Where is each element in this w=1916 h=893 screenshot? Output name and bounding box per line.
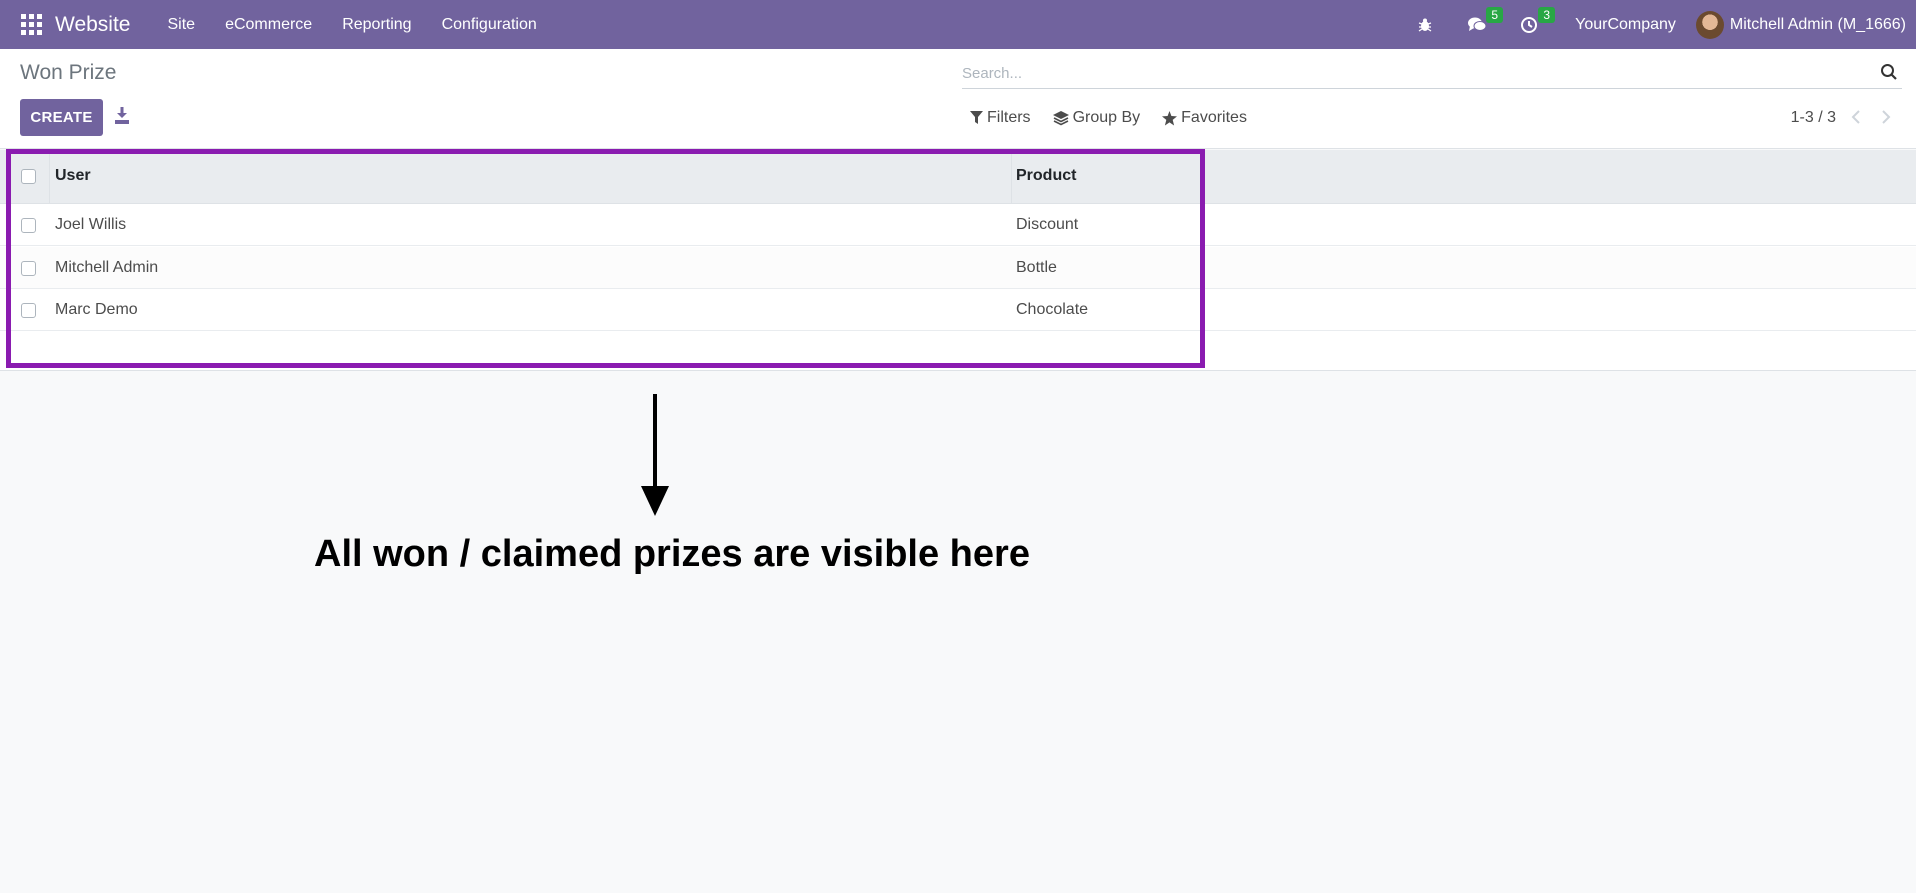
navbar-systray: 5 3 YourCompany Mitchell Admin (M_1666) <box>1399 0 1906 49</box>
groupby-label: Group By <box>1072 109 1141 126</box>
annotation-arrow-line <box>653 394 657 490</box>
activities-badge: 3 <box>1538 6 1556 23</box>
annotation-caption: All won / claimed prizes are visible her… <box>314 533 1030 575</box>
cell-user: Mitchell Admin <box>55 259 159 276</box>
annotation-arrow-head <box>641 486 669 516</box>
apps-grid-icon[interactable] <box>20 14 42 36</box>
menu-item-configuration[interactable]: Configuration <box>427 0 552 49</box>
list-view-table: User Product Joel Willis Discount Mitche… <box>0 150 1916 371</box>
search-options: Filters Group By Favorites <box>970 109 1269 127</box>
create-button[interactable]: CREATE <box>20 99 103 136</box>
messages-badge: 5 <box>1486 6 1504 23</box>
layers-icon <box>1052 110 1069 125</box>
select-all-checkbox[interactable] <box>21 169 36 184</box>
cell-product: Bottle <box>1016 259 1057 276</box>
search-icon[interactable] <box>1880 63 1900 83</box>
column-divider <box>1011 150 1012 204</box>
column-header-product[interactable]: Product <box>1016 167 1076 185</box>
favorites-button[interactable]: Favorites <box>1162 109 1247 127</box>
control-panel: Won Prize CREATE Filters Group By Favori… <box>0 49 1916 149</box>
cell-product: Chocolate <box>1016 301 1089 318</box>
download-icon[interactable] <box>113 105 133 127</box>
table-row[interactable]: Marc Demo Chocolate <box>0 289 1916 331</box>
company-switcher[interactable]: YourCompany <box>1575 16 1676 34</box>
table-row[interactable]: Joel Willis Discount <box>0 204 1916 246</box>
search-bar <box>962 59 1902 89</box>
column-header-user[interactable]: User <box>55 167 91 185</box>
user-name: Mitchell Admin (M_1666) <box>1729 15 1906 33</box>
menu-item-reporting[interactable]: Reporting <box>327 0 426 49</box>
avatar <box>1695 10 1724 39</box>
cell-product: Discount <box>1016 216 1079 233</box>
pager-next-icon[interactable] <box>1880 109 1894 127</box>
row-checkbox[interactable] <box>21 261 36 276</box>
table-row[interactable]: Mitchell Admin Bottle <box>0 247 1916 289</box>
activities-clock-icon[interactable]: 3 <box>1517 6 1556 37</box>
cell-user: Marc Demo <box>55 301 138 318</box>
row-checkbox[interactable] <box>21 218 36 233</box>
menu-item-ecommerce[interactable]: eCommerce <box>210 0 327 49</box>
filters-label: Filters <box>987 109 1031 126</box>
pager-previous-icon[interactable] <box>1850 109 1864 127</box>
cell-user: Joel Willis <box>55 216 127 233</box>
column-divider <box>49 150 50 204</box>
user-menu[interactable]: Mitchell Admin (M_1666) <box>1695 10 1906 39</box>
pager-value[interactable]: 1-3 / 3 <box>1791 109 1836 127</box>
filters-button[interactable]: Filters <box>970 109 1031 127</box>
star-icon <box>1162 110 1178 125</box>
favorites-label: Favorites <box>1181 109 1247 126</box>
top-navbar: Website Site eCommerce Reporting Configu… <box>0 0 1916 49</box>
messages-chat-icon[interactable]: 5 <box>1465 6 1504 37</box>
app-brand[interactable]: Website <box>55 13 130 37</box>
filter-icon <box>970 111 983 124</box>
debug-bug-icon[interactable] <box>1413 13 1437 37</box>
row-checkbox[interactable] <box>21 303 36 318</box>
search-input[interactable] <box>962 59 1862 87</box>
table-header: User Product <box>0 150 1916 204</box>
page-title[interactable]: Won Prize <box>20 61 116 85</box>
groupby-button[interactable]: Group By <box>1052 109 1141 127</box>
menu-item-site[interactable]: Site <box>152 0 210 49</box>
